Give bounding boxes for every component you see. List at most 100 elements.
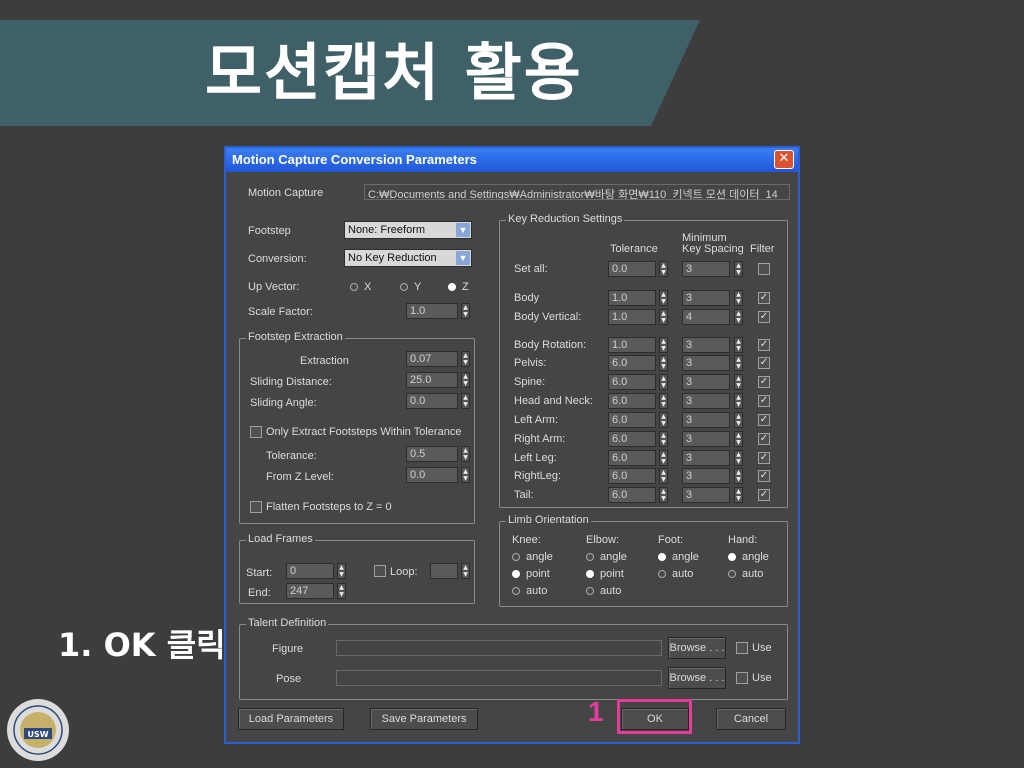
key-reduction-spacing-spinner[interactable]: ▲ ▼ [734, 450, 743, 466]
key-reduction-spacing-field[interactable]: 3 [682, 393, 730, 409]
tolerance-spinner[interactable]: ▲ ▼ [461, 446, 470, 462]
key-reduction-spacing-spinner[interactable]: ▲ ▼ [734, 309, 743, 325]
limb-orientation-radio[interactable] [658, 570, 666, 578]
limb-orientation-radio[interactable] [728, 553, 736, 561]
key-reduction-tolerance-spinner[interactable]: ▲ ▼ [659, 309, 668, 325]
save-parameters-button[interactable]: Save Parameters [370, 708, 478, 730]
end-spinner[interactable]: ▲ ▼ [337, 583, 346, 599]
key-reduction-spacing-spinner[interactable]: ▲ ▼ [734, 431, 743, 447]
key-reduction-spacing-spinner[interactable]: ▲ ▼ [734, 337, 743, 353]
key-reduction-spacing-field[interactable]: 3 [682, 487, 730, 503]
limb-orientation-radio[interactable] [586, 587, 594, 595]
extraction-field[interactable]: 0.07 [406, 351, 458, 367]
scale-factor-field[interactable]: 1.0 [406, 303, 458, 319]
key-reduction-filter-checkbox[interactable]: ✓ [758, 292, 770, 304]
key-reduction-tolerance-field[interactable]: 6.0 [608, 374, 656, 390]
key-reduction-spacing-spinner[interactable]: ▲ ▼ [734, 468, 743, 484]
key-reduction-spacing-field[interactable]: 3 [682, 412, 730, 428]
key-reduction-filter-checkbox[interactable] [758, 263, 770, 275]
footstep-dropdown[interactable]: None: Freeform ▼ [344, 221, 472, 239]
key-reduction-tolerance-field[interactable]: 1.0 [608, 309, 656, 325]
key-reduction-spacing-spinner[interactable]: ▲ ▼ [734, 290, 743, 306]
key-reduction-tolerance-field[interactable]: 6.0 [608, 412, 656, 428]
sliding-angle-spinner[interactable]: ▲ ▼ [461, 393, 470, 409]
loop-spinner[interactable]: ▲ ▼ [461, 563, 470, 579]
key-reduction-tolerance-spinner[interactable]: ▲ ▼ [659, 412, 668, 428]
key-reduction-tolerance-spinner[interactable]: ▲ ▼ [659, 468, 668, 484]
key-reduction-tolerance-spinner[interactable]: ▲ ▼ [659, 431, 668, 447]
key-reduction-tolerance-spinner[interactable]: ▲ ▼ [659, 290, 668, 306]
figure-use-checkbox[interactable] [736, 642, 748, 654]
loop-checkbox[interactable] [374, 565, 386, 577]
key-reduction-spacing-field[interactable]: 3 [682, 355, 730, 371]
key-reduction-tolerance-field[interactable]: 0.0 [608, 261, 656, 277]
motion-capture-path-field[interactable]: C:₩Documents and Settings₩Administrator₩… [364, 184, 790, 200]
figure-browse-button[interactable]: Browse . . . [668, 637, 726, 659]
limb-orientation-radio[interactable] [512, 570, 520, 578]
key-reduction-tolerance-field[interactable]: 6.0 [608, 487, 656, 503]
sliding-angle-field[interactable]: 0.0 [406, 393, 458, 409]
key-reduction-tolerance-field[interactable]: 6.0 [608, 431, 656, 447]
key-reduction-filter-checkbox[interactable]: ✓ [758, 452, 770, 464]
key-reduction-tolerance-field[interactable]: 6.0 [608, 450, 656, 466]
key-reduction-tolerance-spinner[interactable]: ▲ ▼ [659, 487, 668, 503]
tolerance-field[interactable]: 0.5 [406, 446, 458, 462]
key-reduction-tolerance-spinner[interactable]: ▲ ▼ [659, 374, 668, 390]
key-reduction-filter-checkbox[interactable]: ✓ [758, 470, 770, 482]
key-reduction-tolerance-spinner[interactable]: ▲ ▼ [659, 450, 668, 466]
key-reduction-filter-checkbox[interactable]: ✓ [758, 433, 770, 445]
key-reduction-spacing-field[interactable]: 3 [682, 450, 730, 466]
key-reduction-filter-checkbox[interactable]: ✓ [758, 357, 770, 369]
loop-field[interactable] [430, 563, 458, 579]
key-reduction-tolerance-spinner[interactable]: ▲ ▼ [659, 355, 668, 371]
conversion-dropdown[interactable]: No Key Reduction ▼ [344, 249, 472, 267]
key-reduction-tolerance-field[interactable]: 1.0 [608, 337, 656, 353]
pose-browse-button[interactable]: Browse . . . [668, 667, 726, 689]
limb-orientation-radio[interactable] [512, 587, 520, 595]
extraction-spinner[interactable]: ▲ ▼ [461, 351, 470, 367]
flatten-checkbox[interactable] [250, 501, 262, 513]
key-reduction-tolerance-field[interactable]: 6.0 [608, 355, 656, 371]
end-field[interactable]: 247 [286, 583, 334, 599]
limb-orientation-radio[interactable] [512, 553, 520, 561]
key-reduction-spacing-spinner[interactable]: ▲ ▼ [734, 261, 743, 277]
sliding-distance-spinner[interactable]: ▲ ▼ [461, 372, 470, 388]
up-vector-x-radio[interactable] [350, 283, 358, 291]
sliding-distance-field[interactable]: 25.0 [406, 372, 458, 388]
only-extract-checkbox[interactable] [250, 426, 262, 438]
key-reduction-spacing-spinner[interactable]: ▲ ▼ [734, 355, 743, 371]
key-reduction-tolerance-field[interactable]: 1.0 [608, 290, 656, 306]
scale-factor-spinner[interactable]: ▲ ▼ [461, 303, 470, 319]
pose-use-checkbox[interactable] [736, 672, 748, 684]
limb-orientation-radio[interactable] [586, 570, 594, 578]
up-vector-z-radio[interactable] [448, 283, 456, 291]
key-reduction-spacing-field[interactable]: 3 [682, 468, 730, 484]
key-reduction-filter-checkbox[interactable]: ✓ [758, 311, 770, 323]
from-z-spinner[interactable]: ▲ ▼ [461, 467, 470, 483]
key-reduction-tolerance-spinner[interactable]: ▲ ▼ [659, 393, 668, 409]
key-reduction-filter-checkbox[interactable]: ✓ [758, 395, 770, 407]
key-reduction-filter-checkbox[interactable]: ✓ [758, 489, 770, 501]
limb-orientation-radio[interactable] [658, 553, 666, 561]
from-z-field[interactable]: 0.0 [406, 467, 458, 483]
key-reduction-filter-checkbox[interactable]: ✓ [758, 414, 770, 426]
up-vector-y-radio[interactable] [400, 283, 408, 291]
key-reduction-spacing-field[interactable]: 3 [682, 337, 730, 353]
chevron-down-icon[interactable]: ▼ [456, 223, 470, 237]
chevron-down-icon[interactable]: ▼ [456, 251, 470, 265]
key-reduction-spacing-spinner[interactable]: ▲ ▼ [734, 487, 743, 503]
key-reduction-spacing-spinner[interactable]: ▲ ▼ [734, 412, 743, 428]
key-reduction-filter-checkbox[interactable]: ✓ [758, 339, 770, 351]
key-reduction-spacing-field[interactable]: 3 [682, 431, 730, 447]
limb-orientation-radio[interactable] [586, 553, 594, 561]
key-reduction-tolerance-field[interactable]: 6.0 [608, 468, 656, 484]
start-field[interactable]: 0 [286, 563, 334, 579]
start-spinner[interactable]: ▲ ▼ [337, 563, 346, 579]
cancel-button[interactable]: Cancel [716, 708, 786, 730]
pose-path-field[interactable] [336, 670, 662, 686]
key-reduction-spacing-spinner[interactable]: ▲ ▼ [734, 393, 743, 409]
key-reduction-spacing-spinner[interactable]: ▲ ▼ [734, 374, 743, 390]
close-icon[interactable]: ✕ [774, 150, 794, 169]
key-reduction-filter-checkbox[interactable]: ✓ [758, 376, 770, 388]
key-reduction-tolerance-spinner[interactable]: ▲ ▼ [659, 337, 668, 353]
